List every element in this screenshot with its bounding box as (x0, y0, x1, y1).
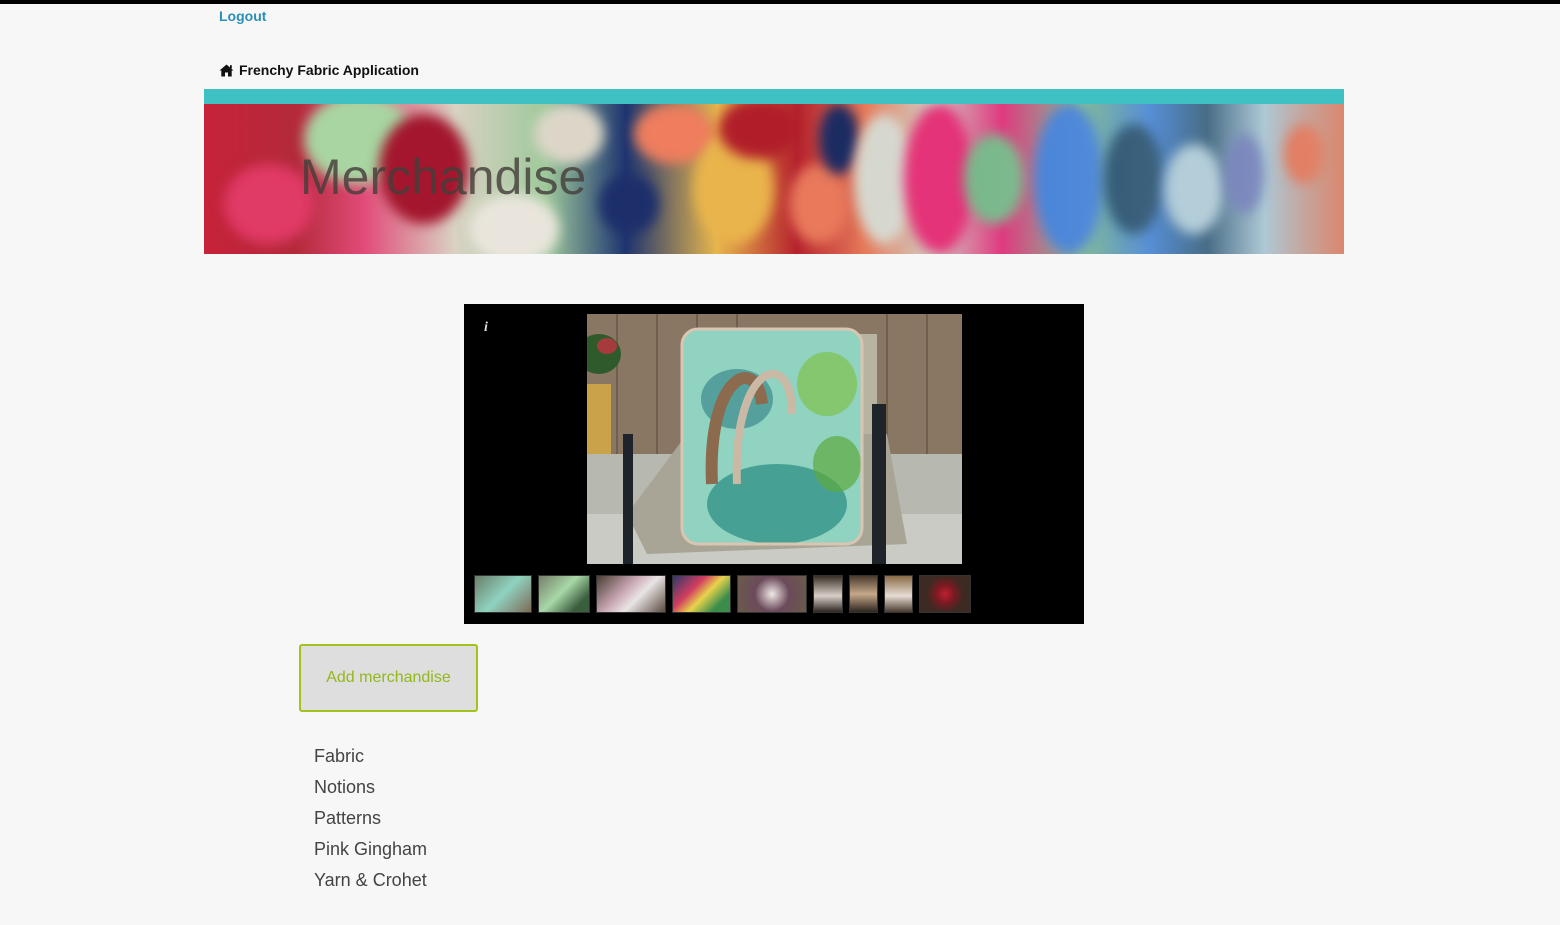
info-icon[interactable]: i (484, 320, 488, 336)
category-item-patterns[interactable]: Patterns (314, 803, 427, 834)
page-banner: Merchandise (204, 104, 1344, 254)
app-brand-label: Frenchy Fabric Application (239, 62, 419, 78)
banner-yarn-blob (719, 104, 799, 159)
add-merchandise-button[interactable]: Add merchandise (299, 644, 478, 712)
bag-photo (587, 314, 962, 564)
category-item-notions[interactable]: Notions (314, 772, 427, 803)
banner-yarn-blob (789, 164, 849, 244)
banner-fade (964, 104, 1344, 254)
gallery-thumbnail[interactable] (474, 575, 532, 613)
category-item-yarn-crochet[interactable]: Yarn & Crohet (314, 865, 427, 896)
gallery-thumbnail[interactable] (538, 575, 590, 613)
gallery-main-image[interactable] (587, 314, 962, 564)
category-item-pink-gingham[interactable]: Pink Gingham (314, 834, 427, 865)
banner-yarn-blob (599, 174, 659, 234)
logout-link[interactable]: Logout (219, 8, 266, 24)
banner-yarn-blob (819, 104, 859, 174)
gallery-thumbnail[interactable] (849, 575, 878, 613)
gallery-thumbnail[interactable] (919, 575, 971, 613)
gallery-thumbnail[interactable] (813, 575, 843, 613)
gallery-thumbnail[interactable] (737, 575, 807, 613)
gallery-thumbnail[interactable] (672, 575, 731, 613)
category-item-fabric[interactable]: Fabric (314, 741, 427, 772)
gallery-thumbnail[interactable] (884, 575, 913, 613)
gallery-thumbnails (474, 575, 971, 613)
home-icon (219, 64, 234, 77)
gallery-thumbnail[interactable] (596, 575, 666, 613)
page-title: Merchandise (300, 149, 587, 205)
category-list: Fabric Notions Patterns Pink Gingham Yar… (314, 741, 427, 896)
app-brand-link[interactable]: Frenchy Fabric Application (219, 62, 419, 78)
merchandise-gallery: i (464, 304, 1084, 624)
header-accent-bar (204, 89, 1344, 104)
